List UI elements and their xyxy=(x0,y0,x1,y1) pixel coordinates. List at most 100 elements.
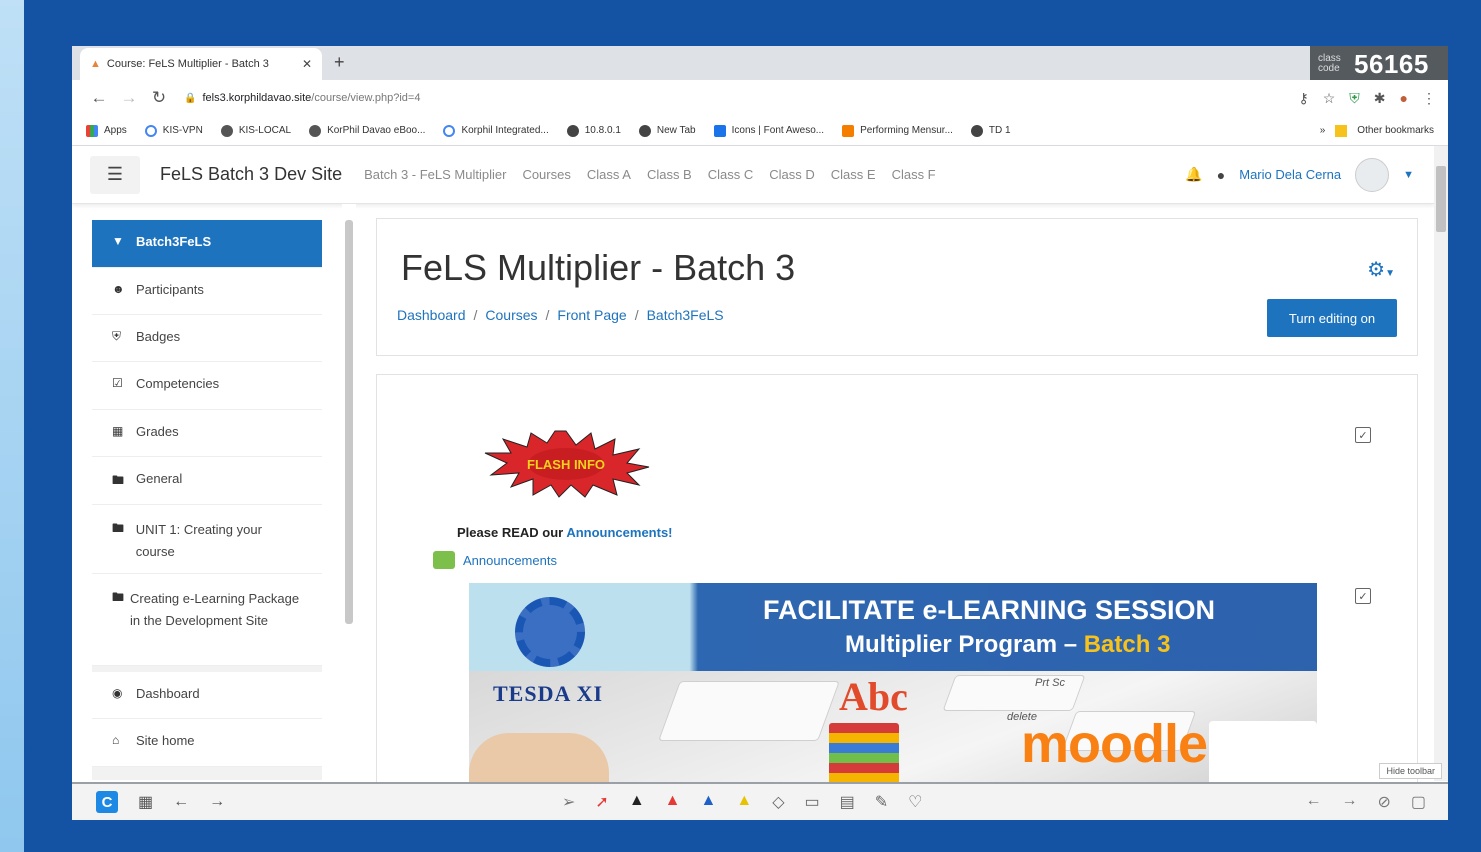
close-tab-icon[interactable]: ✕ xyxy=(302,57,312,71)
nav-link-class-f[interactable]: Class F xyxy=(892,167,936,182)
bookmark-performing[interactable]: Performing Mensur... xyxy=(842,124,953,137)
nav-link-courses[interactable]: Courses xyxy=(522,167,570,182)
more-bookmarks-icon[interactable]: » xyxy=(1320,125,1326,136)
table-icon: ▦ xyxy=(112,424,124,438)
scrollbar-thumb[interactable] xyxy=(1436,166,1446,232)
sidebar-item-grades[interactable]: ▦ Grades xyxy=(92,410,322,457)
bookmark-kis-vpn[interactable]: KIS-VPN xyxy=(144,124,203,137)
class-code-label: class code xyxy=(1318,53,1341,74)
sidebar-item-dashboard[interactable]: ◉ Dashboard xyxy=(92,672,322,719)
sidebar-item-participants[interactable]: ☻ Participants xyxy=(92,268,322,315)
nav-link-class-b[interactable]: Class B xyxy=(647,167,692,182)
breadcrumb-courses[interactable]: Courses xyxy=(485,307,537,323)
sidebar-item-batch3fels[interactable]: ▼ Batch3FeLS xyxy=(92,220,322,268)
nav-link-class-c[interactable]: Class C xyxy=(708,167,754,182)
whiteboard-icon[interactable]: ▭ xyxy=(805,792,820,812)
key-icon[interactable]: ⚷ xyxy=(1298,90,1308,107)
profile-icon[interactable]: ● xyxy=(1400,90,1408,107)
announcements-forum-link[interactable]: Announcements xyxy=(433,551,557,569)
banner-subtitle: Multiplier Program – Batch 3 xyxy=(845,631,1171,658)
new-tab-button[interactable]: + xyxy=(334,52,345,73)
bookmark-td1[interactable]: TD 1 xyxy=(970,124,1011,137)
browser-tab[interactable]: ▲ Course: FeLS Multiplier - Batch 3 ✕ xyxy=(80,48,322,80)
sidebar-item-competencies[interactable]: ☑ Competencies xyxy=(92,362,322,410)
bookmark-korphil-ebook[interactable]: KorPhil Davao eBoo... xyxy=(309,124,425,137)
apps-grid-icon xyxy=(86,124,98,137)
star-icon[interactable]: ☆ xyxy=(1323,90,1336,107)
bookmark-ip[interactable]: 10.8.0.1 xyxy=(566,124,621,137)
text-tool-icon[interactable]: ✎ xyxy=(875,792,888,812)
sidebar-item-unit1[interactable]: 🖿 UNIT 1: Creating your course xyxy=(92,505,322,574)
bookmark-korphil-integrated[interactable]: Korphil Integrated... xyxy=(443,124,549,137)
hide-ink-icon[interactable]: ⊘ xyxy=(1377,792,1390,812)
back-arrow-icon[interactable]: ← xyxy=(84,88,114,108)
pen-red-icon[interactable]: ▲ xyxy=(665,792,681,812)
redo-arrow-icon[interactable]: → xyxy=(1341,792,1357,812)
nav-link-class-a[interactable]: Class A xyxy=(587,167,631,182)
font-awesome-icon xyxy=(713,124,726,137)
bookmark-font-awesome[interactable]: Icons | Font Aweso... xyxy=(713,124,824,137)
nav-link-class-e[interactable]: Class E xyxy=(831,167,876,182)
breadcrumb-batch3fels[interactable]: Batch3FeLS xyxy=(647,307,724,323)
breadcrumb-dashboard[interactable]: Dashboard xyxy=(397,307,466,323)
bookmark-kis-local[interactable]: KIS-LOCAL xyxy=(220,124,291,137)
bookmark-apps[interactable]: Apps xyxy=(86,124,127,137)
sidebar-scrollbar[interactable] xyxy=(342,204,356,780)
bell-icon[interactable]: 🔔 xyxy=(1185,166,1202,183)
chevron-down-icon[interactable]: ▼ xyxy=(1403,169,1414,181)
shapes-icon[interactable]: ▤ xyxy=(840,792,855,812)
bookmark-favicon-icon xyxy=(144,124,157,137)
previous-slide-icon[interactable]: ← xyxy=(173,793,189,811)
chat-bubble-icon[interactable]: ● xyxy=(1217,167,1225,183)
nav-link-class-d[interactable]: Class D xyxy=(769,167,815,182)
grid-icon[interactable]: ▦ xyxy=(138,792,153,812)
puzzle-extension-icon[interactable]: ✱ xyxy=(1374,90,1386,107)
highlighter-icon[interactable]: ▲ xyxy=(736,792,752,812)
sidebar-item-badges[interactable]: ⛨ Badges xyxy=(92,315,322,362)
browser-window: ▲ Course: FeLS Multiplier - Batch 3 ✕ + … xyxy=(72,46,1448,820)
moodle-navbar: ☰ FeLS Batch 3 Dev Site Batch 3 - FeLS M… xyxy=(72,146,1434,204)
completion-checkbox[interactable]: ✓ xyxy=(1355,588,1371,604)
url-domain: fels3.korphildavao.site xyxy=(202,92,312,104)
reload-icon[interactable]: ↻ xyxy=(144,88,174,108)
breadcrumb-front-page[interactable]: Front Page xyxy=(557,307,626,323)
pen-black-icon[interactable]: ▲ xyxy=(629,792,645,812)
folder-icon xyxy=(1335,124,1348,137)
sidebar-item-elearning-package[interactable]: 🖿 Creating e-Learning Package in the Dev… xyxy=(92,574,322,666)
pointer-icon[interactable]: ➢ xyxy=(562,792,575,812)
other-bookmarks[interactable]: Other bookmarks xyxy=(1357,125,1434,136)
url-input[interactable]: 🔒 fels3.korphildavao.site/course/view.ph… xyxy=(184,92,1298,104)
classpoint-logo-icon[interactable]: C xyxy=(96,791,118,813)
sidebar-scrollbar-thumb[interactable] xyxy=(345,220,353,624)
sidebar-item-site-home[interactable]: ⌂ Site home xyxy=(92,719,322,767)
shield-icon: ⛨ xyxy=(112,329,122,343)
left-background-strip xyxy=(0,0,24,852)
avatar[interactable] xyxy=(1355,157,1390,192)
pen-blue-icon[interactable]: ▲ xyxy=(701,792,717,812)
hide-toolbar-tooltip[interactable]: Hide toolbar xyxy=(1379,763,1442,779)
laser-pointer-icon[interactable]: ➚ xyxy=(595,792,608,812)
eraser-icon[interactable]: ◇ xyxy=(772,792,784,812)
nav-link-course[interactable]: Batch 3 - FeLS Multiplier xyxy=(364,167,506,182)
screen-tool-icon[interactable]: ▢ xyxy=(1411,792,1426,812)
gear-icon[interactable]: ⚙▼ xyxy=(1367,257,1395,282)
page-title: FeLS Multiplier - Batch 3 xyxy=(401,247,796,288)
globe-icon xyxy=(970,124,983,137)
announcements-inline-link[interactable]: Announcements! xyxy=(566,525,672,540)
next-slide-icon[interactable]: → xyxy=(209,793,225,811)
turn-editing-on-button[interactable]: Turn editing on xyxy=(1267,299,1397,337)
user-name[interactable]: Mario Dela Cerna xyxy=(1239,167,1341,182)
course-sidebar: ▼ Batch3FeLS ☻ Participants ⛨ Badges ☑ C… xyxy=(92,220,322,780)
site-name[interactable]: FeLS Batch 3 Dev Site xyxy=(160,164,342,185)
shield-extension-icon[interactable]: ⛨ xyxy=(1349,90,1360,107)
sidebar-item-general[interactable]: 🖿 General xyxy=(92,457,322,505)
bookmark-new-tab[interactable]: New Tab xyxy=(638,124,696,137)
completion-checkbox[interactable]: ✓ xyxy=(1355,427,1371,443)
undo-arrow-icon[interactable]: ← xyxy=(1305,792,1321,812)
hamburger-menu-icon[interactable]: ☰ xyxy=(90,155,140,194)
page-scrollbar[interactable] xyxy=(1434,146,1448,781)
award-icon[interactable]: ♡ xyxy=(908,792,922,812)
menu-dots-icon[interactable]: ⋮ xyxy=(1422,90,1436,107)
book-stack-image xyxy=(829,723,899,783)
forward-arrow-icon[interactable]: → xyxy=(114,88,144,108)
